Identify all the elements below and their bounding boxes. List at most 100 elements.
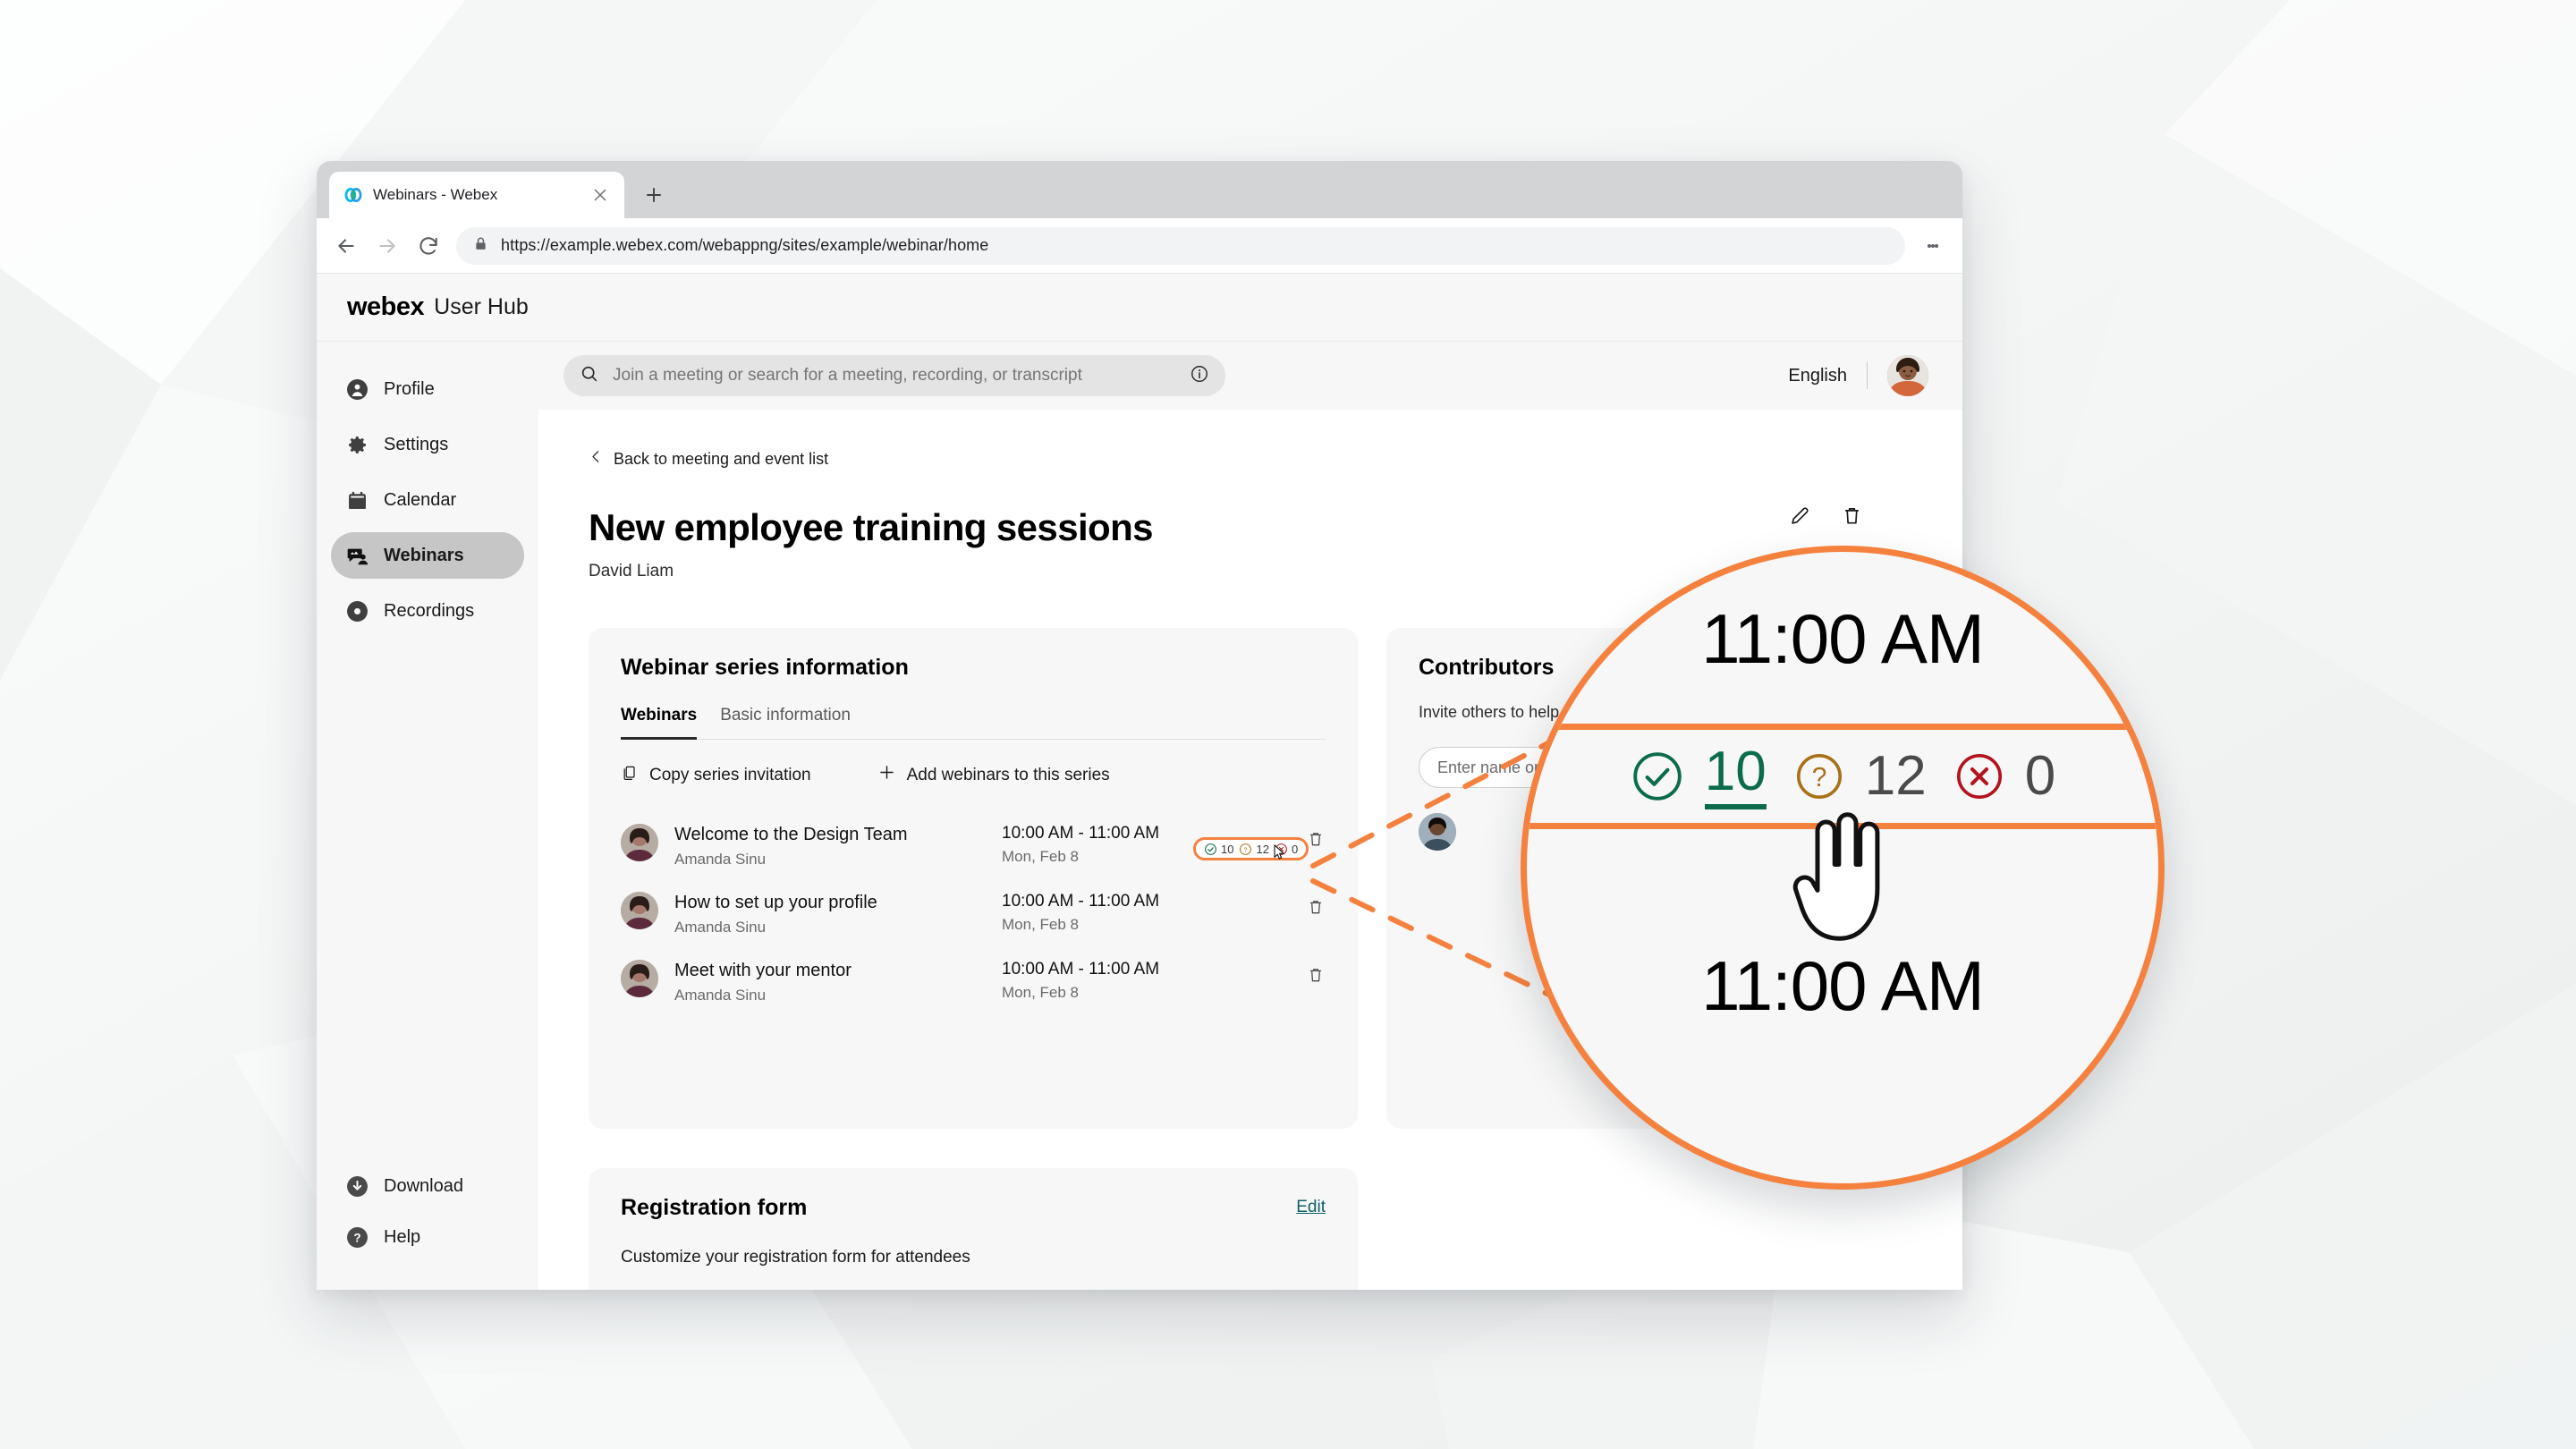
page-title: New employee training sessions [589,506,1153,548]
close-icon[interactable] [590,185,610,205]
sidebar-item-label: Recordings [384,600,475,621]
sidebar-item-profile[interactable]: Profile [331,366,524,412]
sidebar-item-calendar[interactable]: Calendar [331,477,524,523]
magnified-time-top: 11:00 AM [1701,598,1985,678]
magnified-tentative-count: 12 [1864,745,1927,807]
top-bar-right: English [1788,355,1928,396]
question-circle-icon: ? [1240,843,1252,855]
edit-registration-form-link[interactable]: Edit [1296,1198,1326,1217]
rsvp-tentative[interactable]: ? 12 [1239,842,1269,856]
add-webinars-button[interactable]: Add webinars to this series [877,763,1110,787]
magnified-rsvp-declined[interactable]: 0 [1953,749,2055,804]
webinar-host: Amanda Sinu [674,919,767,936]
magnified-rsvp-accepted[interactable]: 10 [1630,743,1767,809]
webinar-date: Mon, Feb 8 [1002,916,1079,933]
reload-icon[interactable] [415,233,442,259]
sidebar-item-download[interactable]: Download [331,1163,524,1209]
app-header-subtitle: User Hub [434,294,529,319]
card-heading: Webinar series information [621,655,909,680]
webex-logo-icon [343,185,363,205]
registration-form-description: Customize your registration form for att… [621,1248,970,1267]
webinar-list: Welcome to the Design Team Amanda Sinu 1… [621,812,1326,1016]
webinar-info: Welcome to the Design Team Amanda Sinu [674,824,986,869]
trash-icon[interactable] [1837,501,1866,530]
language-selector[interactable]: English [1788,366,1847,386]
sidebar-item-label: Profile [384,378,435,399]
check-circle-icon [1633,752,1682,801]
rsvp-accepted-count: 10 [1221,842,1234,856]
divider [1867,362,1868,389]
sidebar-item-label: Help [384,1226,421,1247]
contributor-avatar [1419,813,1456,852]
sidebar: Profile Settings Calendar Webinars Recor… [317,342,538,1290]
rsvp-tentative-count: 12 [1256,842,1269,856]
avatar [621,960,658,997]
copy-series-invitation-button[interactable]: Copy series invitation [621,763,811,787]
webinar-time: 10:00 AM - 11:00 AM [1002,892,1160,911]
sidebar-item-settings[interactable]: Settings [331,421,524,468]
webinar-host: Amanda Sinu [674,851,767,868]
webinar-schedule: 10:00 AM - 11:00 AM Mon, Feb 8 [1002,892,1225,934]
webinar-icon [345,544,369,567]
search-bar[interactable] [564,355,1225,396]
avatar[interactable] [1887,355,1928,396]
kebab-menu-icon[interactable] [1919,233,1946,259]
tab-basic-information[interactable]: Basic information [720,706,851,740]
sidebar-item-webinars[interactable]: Webinars [331,532,524,579]
trash-icon[interactable] [1306,965,1326,989]
trash-icon[interactable] [1306,897,1326,921]
back-icon[interactable] [333,233,360,259]
trash-icon[interactable] [1306,829,1326,853]
address-bar[interactable]: https://example.webex.com/webappng/sites… [456,226,1905,265]
sidebar-item-recordings[interactable]: Recordings [331,588,524,634]
rsvp-accepted[interactable]: 10 [1204,843,1233,856]
gear-icon [345,433,369,456]
registration-form-card: Registration form Edit Customize your re… [589,1168,1358,1290]
series-actions: Copy series invitation Add webinars to t… [621,763,1326,787]
search-input[interactable] [613,366,1176,386]
webinar-host: Amanda Sinu [674,987,767,1004]
avatar [621,892,658,929]
back-to-list-link[interactable]: Back to meeting and event list [589,429,1962,469]
new-tab-button[interactable] [633,174,674,216]
sidebar-item-label: Settings [384,434,449,454]
svg-text:?: ? [353,1231,360,1244]
lock-icon [472,235,489,257]
card-heading: Registration form [621,1195,808,1220]
help-circle-icon: ? [345,1225,369,1249]
hand-pointer-cursor [1786,809,1894,944]
webinar-date: Mon, Feb 8 [1002,848,1079,865]
forward-icon[interactable] [374,233,401,259]
app-header: webex User Hub [317,274,1962,342]
browser-tab[interactable]: Webinars - Webex [329,172,624,218]
add-webinars-label: Add webinars to this series [906,765,1110,784]
x-circle-icon [1956,753,2002,800]
magnified-rsvp-tentative[interactable]: ? 12 [1793,749,1927,804]
copy-series-invitation-label: Copy series invitation [649,765,811,784]
sidebar-item-label: Webinars [384,545,464,565]
magnified-time-bottom: 11:00 AM [1701,945,1985,1025]
webinar-schedule: 10:00 AM - 11:00 AM Mon, Feb 8 [1002,960,1225,1002]
svg-text:?: ? [1244,845,1248,853]
webinar-info: How to set up your profile Amanda Sinu [674,892,986,936]
tab-webinars[interactable]: Webinars [621,706,698,740]
webinar-schedule: 10:00 AM - 11:00 AM Mon, Feb 8 [1002,824,1225,866]
pencil-icon[interactable] [1785,501,1814,530]
magnifier-callout: 11:00 AM 10 ? 12 0 11:00 AM [1521,546,2165,1190]
sidebar-item-label: Download [384,1175,463,1196]
table-row[interactable]: Meet with your mentor Amanda Sinu 10:00 … [621,948,1326,1016]
browser-tab-strip: Webinars - Webex [317,161,1962,218]
info-circle-icon[interactable] [1190,364,1209,388]
webinar-time: 10:00 AM - 11:00 AM [1002,960,1160,979]
question-circle-icon: ? [1796,753,1842,800]
sidebar-item-label: Calendar [384,489,457,510]
magnifier-content: 11:00 AM 10 ? 12 0 11:00 AM [1527,552,2158,1183]
table-row[interactable]: How to set up your profile Amanda Sinu 1… [621,880,1326,948]
mouse-cursor [1274,844,1285,860]
back-to-list-label: Back to meeting and event list [614,449,829,468]
address-bar-url: https://example.webex.com/webappng/sites… [501,236,989,254]
table-row[interactable]: Welcome to the Design Team Amanda Sinu 1… [621,812,1326,880]
sidebar-item-help[interactable]: ? Help [331,1214,524,1260]
rsvp-status-badge[interactable]: 10 ? 12 0 [1193,837,1309,860]
plus-icon [877,763,896,787]
